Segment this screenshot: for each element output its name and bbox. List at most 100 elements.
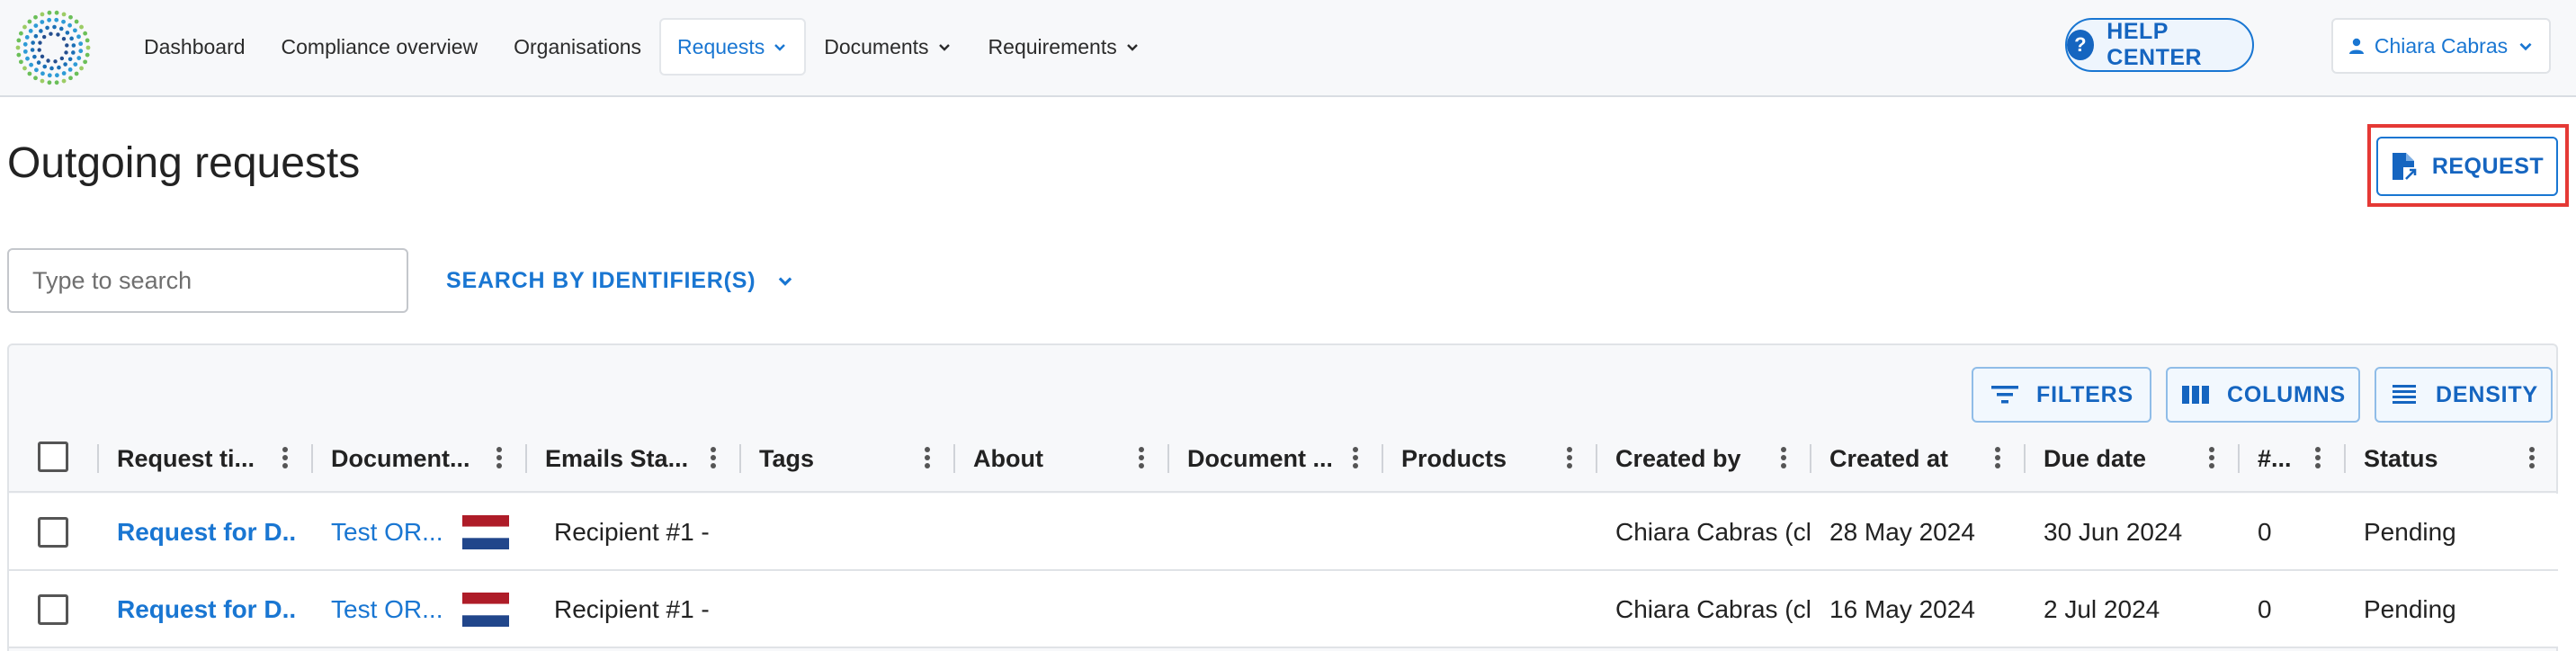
select-all-checkbox[interactable]: [38, 441, 68, 472]
column-menu-icon[interactable]: [1565, 444, 1574, 473]
column-menu-icon[interactable]: [1351, 444, 1360, 473]
column-header-due-date[interactable]: Due date: [2044, 424, 2187, 493]
search-input[interactable]: [7, 248, 408, 313]
column-header-label: Status: [2364, 444, 2438, 472]
column-separator[interactable]: [2238, 444, 2240, 473]
nav-organisations[interactable]: Organisations: [496, 18, 659, 76]
request-title-link[interactable]: Request for D...: [117, 571, 297, 648]
column-separator[interactable]: [739, 444, 741, 473]
netherlands-flag-icon: [462, 593, 509, 627]
column-header-document-2[interactable]: Document ...: [1187, 424, 1331, 493]
column-header-created-by[interactable]: Created by: [1615, 424, 1759, 493]
column-menu-icon[interactable]: [1779, 444, 1788, 473]
column-header-label: About: [973, 444, 1043, 472]
column-separator[interactable]: [953, 444, 955, 473]
column-menu-icon[interactable]: [1137, 444, 1146, 473]
chevron-down-icon: [1126, 44, 1138, 51]
nav-dashboard-label: Dashboard: [144, 34, 246, 58]
column-header-tags[interactable]: Tags: [759, 424, 903, 493]
document-link[interactable]: Test OR...: [331, 494, 448, 571]
column-separator[interactable]: [1810, 444, 1811, 473]
count-cell: 0: [2258, 595, 2272, 623]
page-title: Outgoing requests: [7, 139, 361, 187]
nav-requirements-label: Requirements: [988, 34, 1117, 58]
nav-dashboard[interactable]: Dashboard: [126, 18, 264, 76]
column-menu-icon[interactable]: [923, 444, 932, 473]
nav-requests[interactable]: Requests: [659, 18, 807, 76]
document-request-icon: [2392, 153, 2418, 182]
row-checkbox[interactable]: [38, 594, 68, 625]
request-title-link[interactable]: Request for D...: [117, 494, 297, 571]
filters-button[interactable]: FILTERS: [1972, 367, 2151, 423]
column-header-label: Products: [1401, 444, 1507, 472]
chevron-down-icon: [779, 277, 792, 286]
emails-status-cell: Recipient #1 -: [554, 595, 710, 623]
column-header-count[interactable]: #...: [2258, 424, 2312, 493]
column-menu-icon[interactable]: [709, 444, 718, 473]
nav-documents[interactable]: Documents: [806, 18, 970, 76]
column-separator[interactable]: [525, 444, 527, 473]
column-header-label: Due date: [2044, 444, 2147, 472]
density-label: DENSITY: [2436, 381, 2538, 407]
created-at-cell: 28 May 2024: [1829, 518, 1975, 546]
column-header-products[interactable]: Products: [1401, 424, 1545, 493]
density-button[interactable]: DENSITY: [2375, 367, 2553, 423]
row-checkbox[interactable]: [38, 517, 68, 548]
nav-compliance-label: Compliance overview: [281, 34, 479, 58]
column-header-document[interactable]: Document...: [331, 424, 475, 493]
document-link[interactable]: Test OR...: [331, 571, 448, 648]
help-center-label: HELP CENTER: [2106, 19, 2203, 70]
nav-compliance-overview[interactable]: Compliance overview: [264, 18, 496, 76]
search-by-identifier-button[interactable]: SEARCH BY IDENTIFIER(S): [446, 261, 795, 300]
created-by-cell: Chiara Cabras (ch: [1615, 595, 1810, 623]
density-icon: [2393, 385, 2417, 404]
column-header-label: Created at: [1829, 444, 1949, 472]
column-separator[interactable]: [311, 444, 313, 473]
columns-label: COLUMNS: [2227, 381, 2346, 407]
column-menu-icon[interactable]: [1993, 444, 2002, 473]
column-header-about[interactable]: About: [973, 424, 1117, 493]
column-menu-icon[interactable]: [2527, 444, 2536, 473]
column-menu-icon[interactable]: [2207, 444, 2216, 473]
column-separator[interactable]: [2344, 444, 2346, 473]
column-menu-icon[interactable]: [281, 444, 290, 473]
new-request-button[interactable]: REQUEST: [2376, 137, 2558, 196]
columns-icon: [2182, 386, 2209, 404]
column-header-label: Document ...: [1187, 444, 1331, 472]
new-request-label: REQUEST: [2431, 153, 2545, 179]
nav-documents-label: Documents: [824, 34, 929, 58]
person-icon: [2348, 38, 2364, 54]
column-menu-icon[interactable]: [495, 444, 504, 473]
search-by-identifier-label: SEARCH BY IDENTIFIER(S): [446, 267, 756, 293]
netherlands-flag-icon: [462, 515, 509, 549]
column-header-label: Tags: [759, 444, 815, 472]
column-separator[interactable]: [1382, 444, 1383, 473]
status-cell: Pending: [2364, 518, 2456, 546]
user-menu-button[interactable]: Chiara Cabras: [2331, 18, 2551, 74]
nav-requirements[interactable]: Requirements: [970, 18, 1158, 76]
created-at-cell: 16 May 2024: [1829, 595, 1975, 623]
column-separator[interactable]: [2024, 444, 2026, 473]
top-navigation-bar: Dashboard Compliance overview Organisati…: [0, 0, 2576, 97]
column-header-label: Emails Sta...: [545, 444, 689, 472]
help-center-button[interactable]: ? HELP CENTER: [2065, 18, 2254, 72]
company-logo-icon[interactable]: [14, 9, 92, 86]
column-header-label: Request ti...: [117, 444, 255, 472]
column-header-label: Created by: [1615, 444, 1741, 472]
columns-button[interactable]: COLUMNS: [2166, 367, 2360, 423]
column-header-emails-status[interactable]: Emails Sta...: [545, 424, 689, 493]
count-cell: 0: [2258, 518, 2272, 546]
column-header-status[interactable]: Status: [2364, 424, 2508, 493]
chevron-down-icon: [938, 44, 950, 51]
nav-organisations-label: Organisations: [514, 34, 642, 58]
column-header-created-at[interactable]: Created at: [1829, 424, 1973, 493]
column-menu-icon[interactable]: [2313, 444, 2322, 473]
emails-status-cell: Recipient #1 -: [554, 518, 710, 546]
column-header-label: #...: [2258, 444, 2292, 472]
column-separator[interactable]: [97, 444, 99, 473]
status-cell: Pending: [2364, 595, 2456, 623]
column-header-request-title[interactable]: Request ti...: [117, 424, 261, 493]
column-separator[interactable]: [1167, 444, 1169, 473]
created-by-cell: Chiara Cabras (ch: [1615, 518, 1810, 546]
column-separator[interactable]: [1596, 444, 1597, 473]
